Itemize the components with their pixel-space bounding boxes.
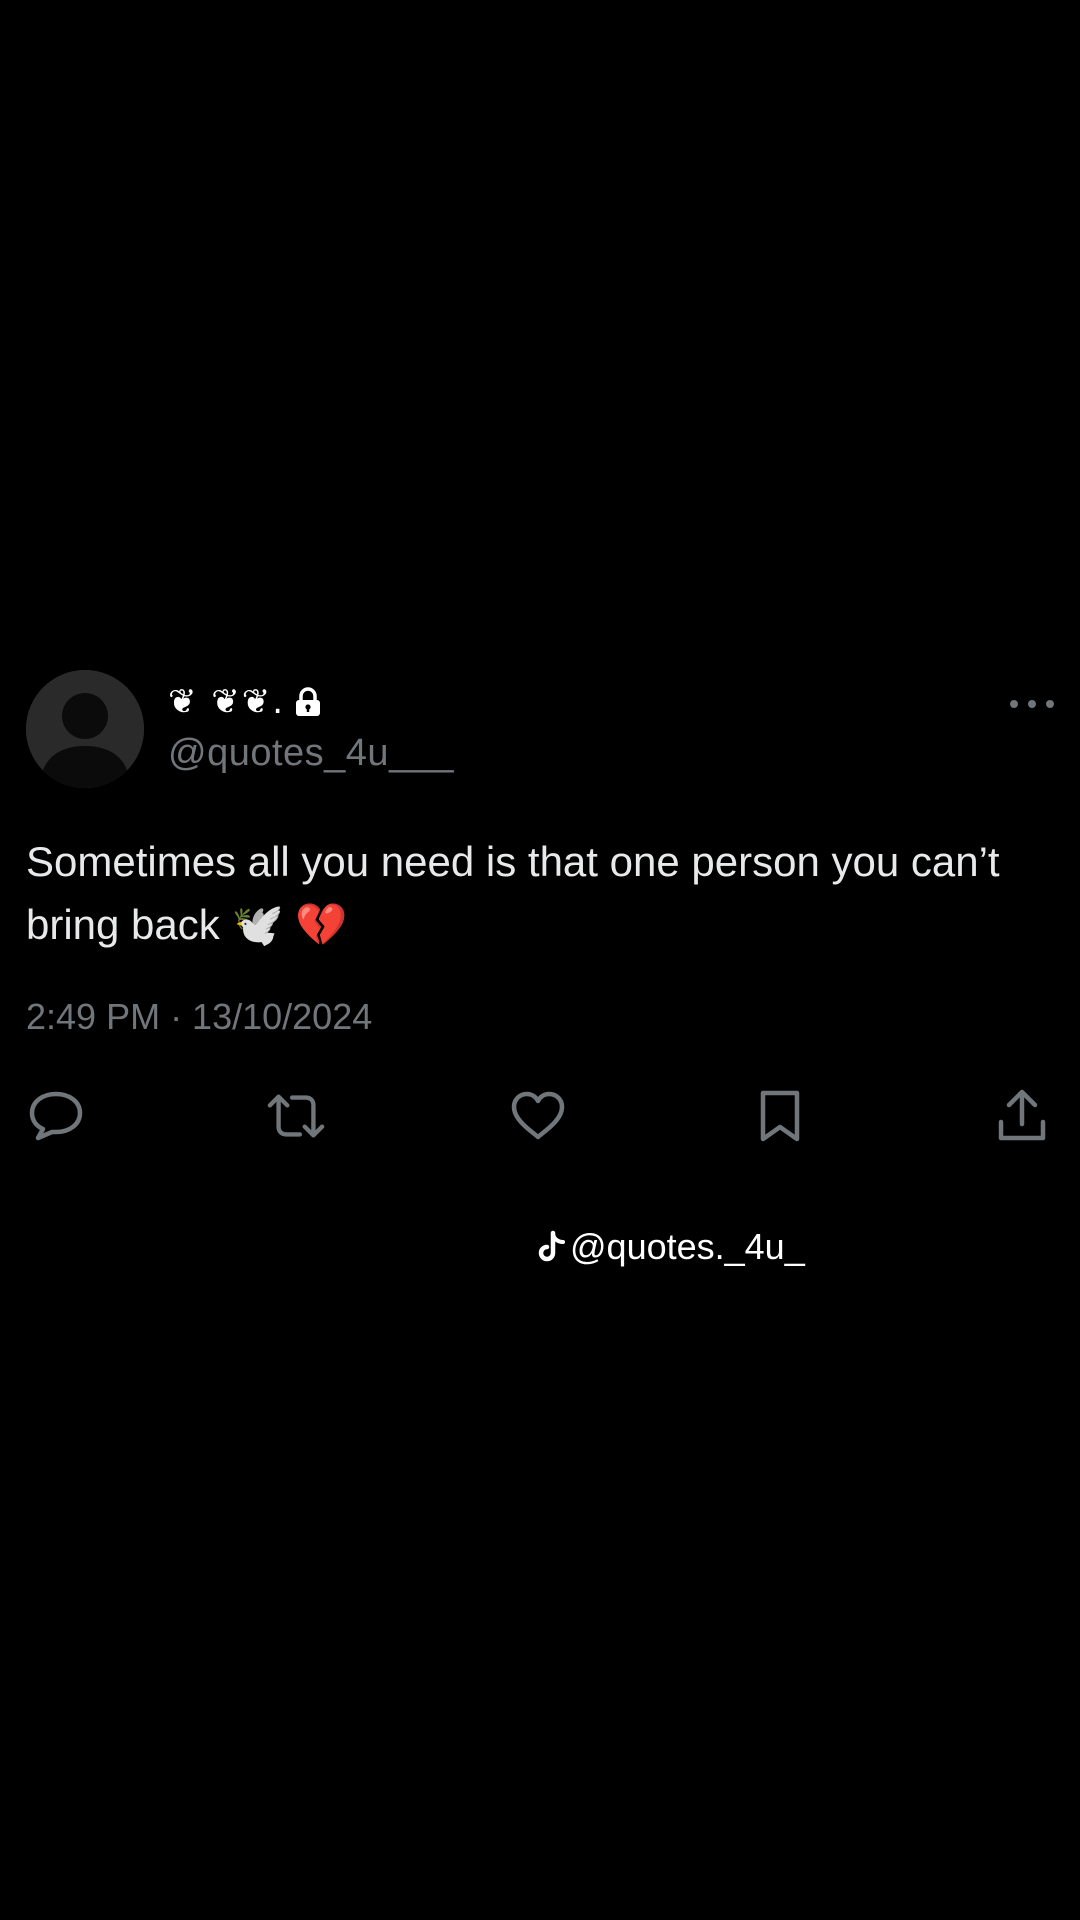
display-name-row[interactable]: ❦ ❦❦. (168, 682, 454, 722)
share-icon[interactable] (992, 1086, 1052, 1146)
tweet-header: ❦ ❦❦. @quotes_4u___ (26, 668, 1054, 788)
default-avatar-icon (26, 670, 144, 788)
more-icon[interactable] (1010, 692, 1054, 716)
display-name: ❦ ❦❦. (168, 682, 286, 722)
tiktok-icon (538, 1230, 566, 1264)
reply-icon[interactable] (26, 1086, 86, 1146)
tweet-timestamp[interactable]: 2:49 PM · 13/10/2024 (26, 996, 1054, 1038)
user-handle[interactable]: @quotes_4u___ (168, 732, 454, 775)
like-icon[interactable] (508, 1086, 568, 1146)
lock-icon (295, 687, 321, 717)
bookmark-icon[interactable] (750, 1086, 810, 1146)
tweet: ❦ ❦❦. @quotes_4u___ Sometimes all you ne… (26, 668, 1054, 1146)
watermark-text: @quotes._4u_ (570, 1226, 805, 1267)
author-info: ❦ ❦❦. @quotes_4u___ (168, 682, 454, 775)
tiktok-watermark: @quotes._4u_ (538, 1226, 805, 1268)
tweet-text: Sometimes all you need is that one perso… (26, 838, 1000, 948)
retweet-icon[interactable] (266, 1086, 326, 1146)
action-bar (26, 1086, 1054, 1146)
avatar[interactable] (26, 670, 144, 788)
